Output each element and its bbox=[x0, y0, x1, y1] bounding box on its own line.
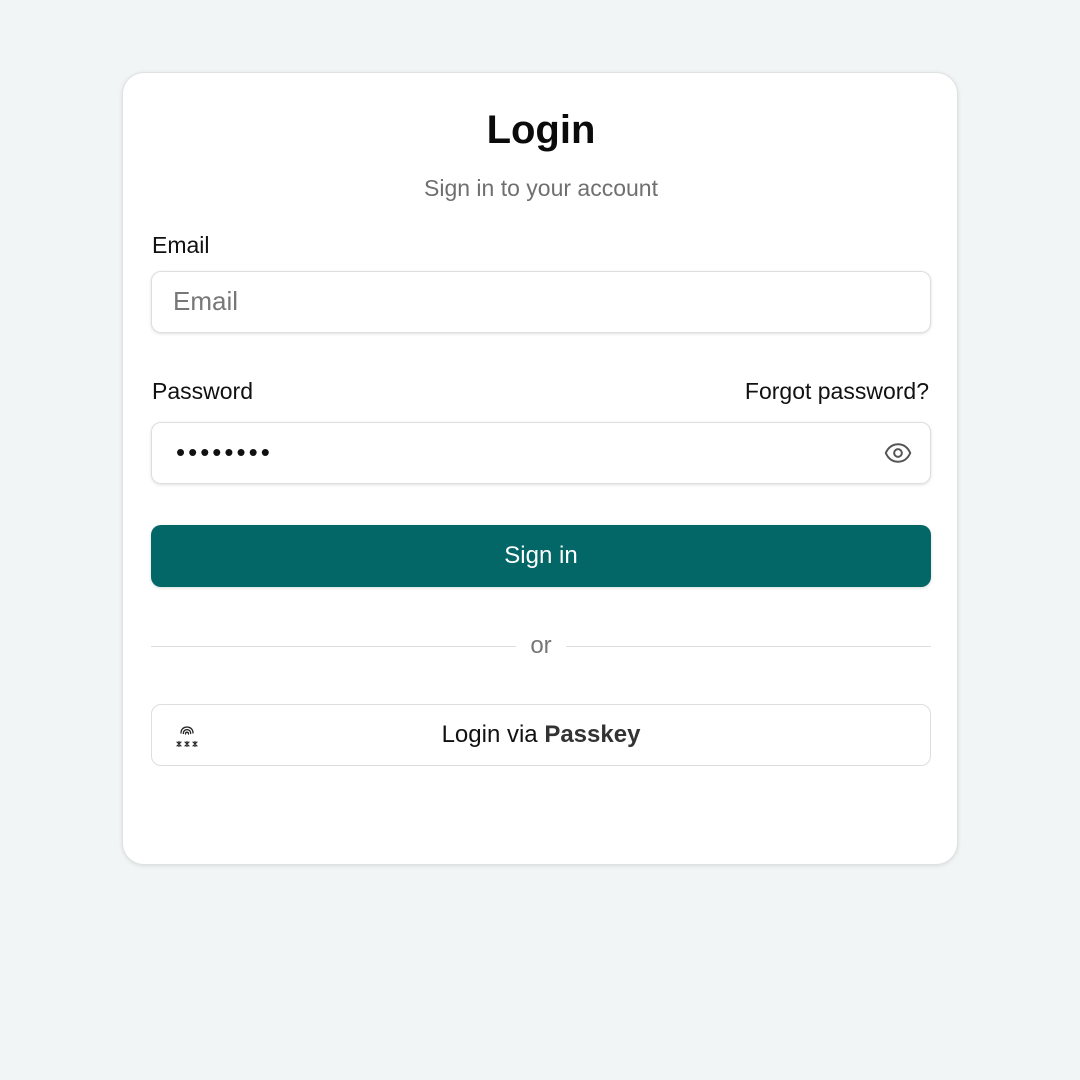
page-subtitle: Sign in to your account bbox=[424, 175, 658, 201]
passkey-button-label: Login via Passkey bbox=[152, 720, 930, 750]
page-title: Login bbox=[486, 108, 596, 152]
sign-in-button[interactable]: Sign in bbox=[151, 525, 931, 587]
divider-right bbox=[566, 646, 931, 647]
eye-icon[interactable] bbox=[884, 439, 912, 467]
email-field-container bbox=[151, 271, 931, 333]
password-label: Password bbox=[152, 378, 253, 404]
passkey-label-prefix: Login via bbox=[441, 721, 545, 748]
passkey-login-button[interactable]: Login via Passkey bbox=[151, 704, 931, 766]
password-value: •••••••• bbox=[176, 437, 273, 467]
email-field[interactable] bbox=[173, 272, 853, 331]
password-field[interactable]: •••••••• bbox=[151, 422, 931, 484]
forgot-password-link[interactable]: Forgot password? bbox=[745, 376, 929, 406]
email-label: Email bbox=[152, 232, 210, 258]
login-card: Login Sign in to your account Email Pass… bbox=[122, 72, 958, 865]
passkey-label-strong: Passkey bbox=[544, 721, 641, 748]
